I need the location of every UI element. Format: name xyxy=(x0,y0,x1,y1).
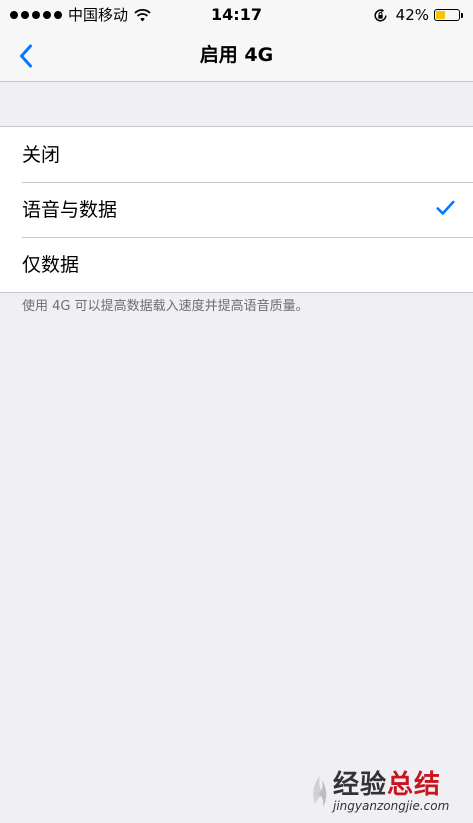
battery-cap xyxy=(461,12,463,18)
option-data-only[interactable]: 仅数据 xyxy=(0,237,473,292)
option-label: 关闭 xyxy=(22,143,61,166)
status-right: 42% xyxy=(373,6,463,24)
watermark: 经验总结 jingyanzongjie.com xyxy=(309,769,459,815)
watermark-text: 经验总结 jingyanzongjie.com xyxy=(333,771,449,813)
options-list: 关闭 语音与数据 仅数据 xyxy=(0,126,473,293)
option-voice-and-data[interactable]: 语音与数据 xyxy=(0,182,473,237)
watermark-title: 经验总结 xyxy=(333,770,442,800)
rotation-lock-icon xyxy=(374,8,387,22)
battery-icon xyxy=(434,9,460,21)
battery-percent: 42% xyxy=(395,6,429,24)
battery-fill xyxy=(436,11,445,19)
option-label: 语音与数据 xyxy=(22,198,118,221)
option-label: 仅数据 xyxy=(22,253,80,276)
footer-note: 使用 4G 可以提高数据载入速度并提高语音质量。 xyxy=(22,299,309,314)
navigation-bar: 启用 4G xyxy=(0,30,473,82)
watermark-logo-icon xyxy=(313,776,327,807)
watermark-url: jingyanzongjie.com xyxy=(333,799,450,813)
checkmark-icon xyxy=(436,200,455,215)
status-bar: 中国移动 14:17 42% xyxy=(0,0,473,30)
option-off[interactable]: 关闭 xyxy=(0,127,473,182)
page-title: 启用 4G xyxy=(199,44,274,66)
